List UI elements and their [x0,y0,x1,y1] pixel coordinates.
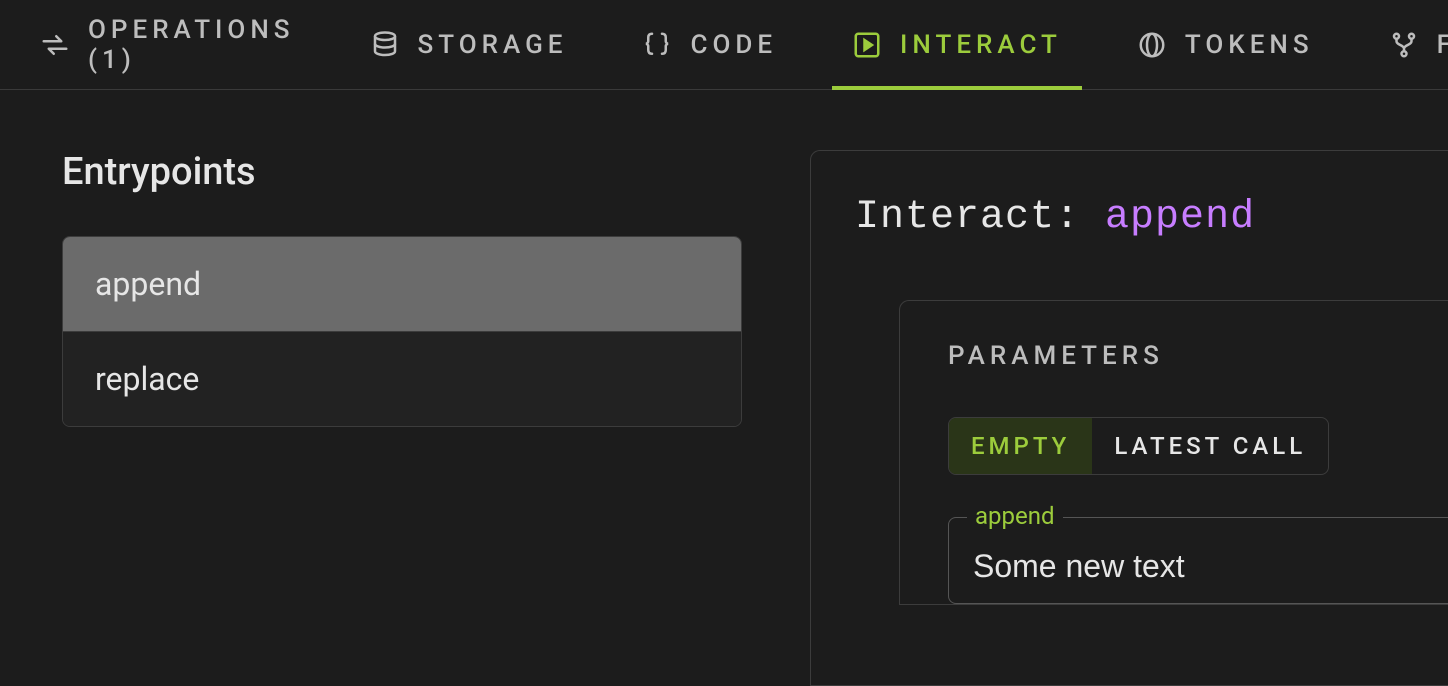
tab-storage[interactable]: STORAGE [350,0,588,89]
tab-label: OPERATIONS (1) [88,15,295,75]
tab-interact[interactable]: INTERACT [832,0,1082,89]
interact-panel: Interact: append PARAMETERS EMPTY LATEST… [810,150,1448,686]
param-field-label: append [967,502,1063,530]
braces-icon [642,30,672,60]
database-icon [370,30,400,60]
param-field-wrap: append [948,517,1448,604]
play-box-icon [852,30,882,60]
tab-label: FORK [1437,30,1448,60]
toggle-empty[interactable]: EMPTY [949,418,1092,474]
coin-icon [1137,30,1167,60]
tab-operations[interactable]: OPERATIONS (1) [20,0,315,89]
entrypoints-list: append replace [62,236,742,427]
tab-label: INTERACT [900,30,1062,60]
tab-label: TOKENS [1185,30,1314,60]
params-toggle-group: EMPTY LATEST CALL [948,417,1329,475]
interact-panel-column: Interact: append PARAMETERS EMPTY LATEST… [810,90,1448,686]
interact-title-prefix: Interact: [855,195,1105,240]
parameters-label: PARAMETERS [948,341,1448,371]
parameters-box: PARAMETERS EMPTY LATEST CALL append [899,300,1448,605]
tab-label: CODE [690,30,777,60]
interact-method-name: append [1105,195,1255,240]
tab-code[interactable]: CODE [622,0,797,89]
tab-label: STORAGE [418,30,568,60]
entrypoint-item-append[interactable]: append [63,237,741,331]
interact-title: Interact: append [855,195,1448,240]
tab-fork[interactable]: FORK [1369,0,1448,89]
main-area: Entrypoints append replace Interact: app… [0,90,1448,686]
entrypoints-title: Entrypoints [62,150,750,194]
tab-tokens[interactable]: TOKENS [1117,0,1334,89]
fork-icon [1389,30,1419,60]
toggle-latest-call[interactable]: LATEST CALL [1092,418,1328,474]
entrypoint-item-replace[interactable]: replace [63,331,741,426]
param-field-input[interactable] [973,548,1424,585]
entrypoints-panel: Entrypoints append replace [0,90,810,686]
swap-icon [40,30,70,60]
tab-bar: OPERATIONS (1) STORAGE CODE INTE [0,0,1448,90]
